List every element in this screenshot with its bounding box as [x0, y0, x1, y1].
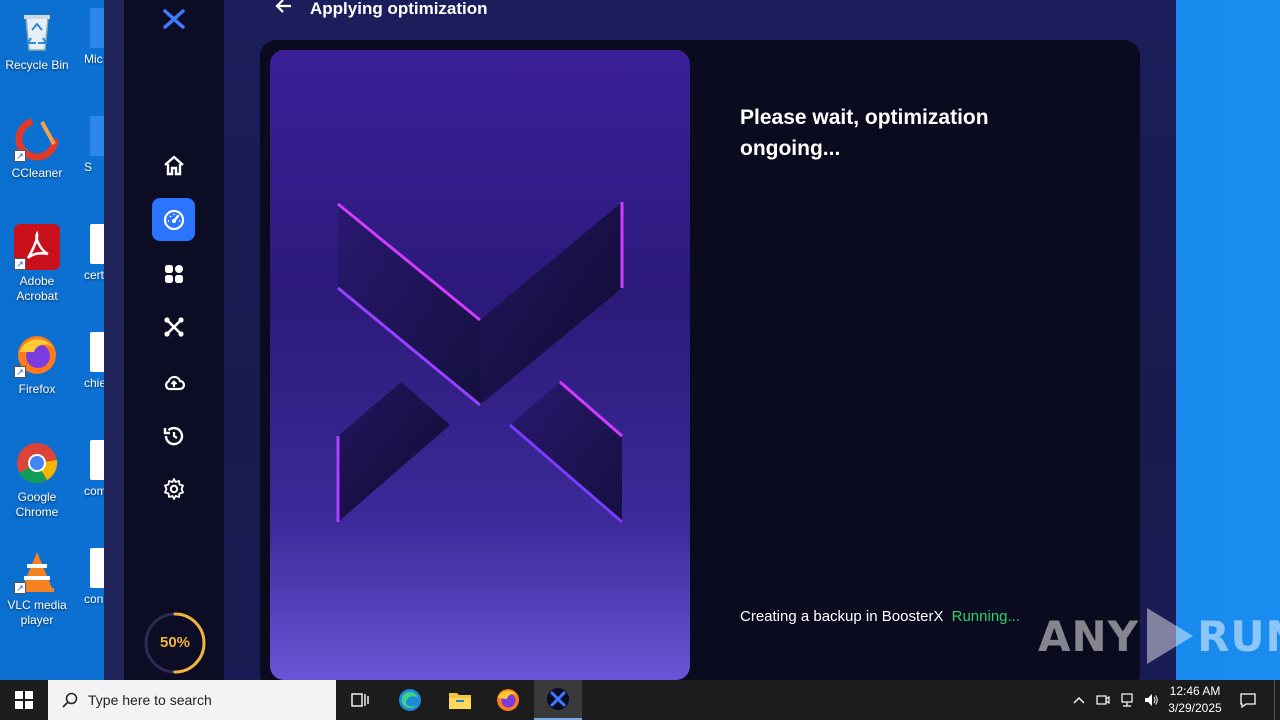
- history-icon: [163, 426, 183, 445]
- desktop-icon-adobe-acrobat[interactable]: ↗ Adobe Acrobat: [4, 224, 70, 304]
- shortcut-arrow-icon: ↗: [14, 366, 26, 378]
- wait-message: Please wait, optimization ongoing...: [740, 106, 989, 160]
- main-content: Applying optimization Please wait, optim…: [224, 0, 1176, 680]
- taskbar-search[interactable]: Type here to search: [48, 680, 336, 720]
- progress-percent: 50%: [159, 634, 191, 651]
- desktop-icon-firefox[interactable]: ↗ Firefox: [4, 332, 70, 397]
- speedometer-icon: [163, 209, 184, 230]
- desktop-icon-label: CCleaner: [11, 166, 63, 180]
- page-title: Applying optimization: [310, 0, 488, 18]
- desktop-icon-ccleaner[interactable]: ↗ CCleaner: [4, 116, 70, 181]
- tray-meet-now[interactable]: [1092, 680, 1114, 720]
- tray-overflow[interactable]: [1068, 680, 1090, 720]
- windows-logo-icon: [15, 691, 33, 709]
- sidebar-item-settings[interactable]: [152, 467, 195, 510]
- optimization-progress-ring: 50%: [142, 610, 208, 676]
- show-desktop-button[interactable]: [1274, 680, 1280, 720]
- status-text: Creating a backup in BoosterX: [740, 608, 944, 625]
- boosterx-window: 50% Applying optimization Please wait, o…: [104, 0, 1176, 680]
- apps-icon: [164, 264, 183, 283]
- start-button[interactable]: [0, 680, 48, 720]
- desktop-icon-label: Firefox: [18, 382, 56, 396]
- sidebar-item-cloud[interactable]: [152, 361, 195, 404]
- file-explorer-icon: [449, 693, 471, 709]
- clock-date: 3/29/2025: [1168, 701, 1222, 715]
- boosterx-logo-icon: [161, 6, 187, 32]
- sidebar-item-apps[interactable]: [152, 252, 195, 295]
- boosterx-hero-image: [270, 50, 690, 680]
- volume-icon: [1145, 694, 1158, 706]
- network-icon: [1121, 693, 1133, 707]
- status-running: Running...: [951, 608, 1021, 625]
- task-view-icon: [351, 693, 369, 707]
- recycle-bin-icon: [14, 8, 60, 54]
- optimization-card: Please wait, optimization ongoing... Cre…: [260, 40, 1140, 680]
- clock-time: 12:46 AM: [1169, 684, 1221, 698]
- notification-icon: [1240, 693, 1256, 709]
- sidebar: 50%: [124, 0, 224, 680]
- taskbar: Type here to search 12:46 AM 3/29/2025: [0, 680, 1280, 720]
- desktop-icon-label: VLC media player: [7, 598, 67, 627]
- desktop-icon-label: Google Chrome: [15, 490, 59, 519]
- back-arrow-icon[interactable]: [274, 0, 294, 22]
- taskbar-task-view[interactable]: [336, 680, 384, 720]
- sidebar-item-optimize[interactable]: [152, 198, 195, 241]
- sidebar-item-tools[interactable]: [152, 305, 195, 348]
- shortcut-arrow-icon: ↗: [14, 258, 26, 270]
- firefox-icon: [497, 689, 519, 711]
- tray-volume[interactable]: [1140, 680, 1162, 720]
- gear-icon: [163, 477, 184, 500]
- cloud-upload-icon: [164, 375, 185, 390]
- taskbar-file-explorer[interactable]: [436, 680, 484, 720]
- meet-now-icon: [1096, 695, 1110, 705]
- shortcut-arrow-icon: ↗: [14, 582, 26, 594]
- tray-network[interactable]: [1116, 680, 1138, 720]
- taskbar-boosterx[interactable]: [534, 680, 582, 720]
- anyrun-watermark: ANY RUN: [1038, 608, 1280, 664]
- shortcut-arrow-icon: ↗: [14, 150, 26, 162]
- search-icon: [62, 692, 78, 708]
- taskbar-firefox[interactable]: [484, 680, 532, 720]
- edge-icon: [399, 689, 421, 711]
- search-placeholder: Type here to search: [88, 692, 212, 708]
- ccleaner-icon: ↗: [14, 116, 60, 162]
- home-icon: [163, 155, 184, 175]
- sidebar-item-history[interactable]: [152, 414, 195, 457]
- desktop-icon-label: Adobe Acrobat: [16, 274, 58, 303]
- vlc-icon: ↗: [14, 548, 60, 594]
- desktop-icon-recycle-bin[interactable]: Recycle Bin: [4, 8, 70, 73]
- firefox-icon: ↗: [14, 332, 60, 378]
- desktop-icon-vlc[interactable]: ↗ VLC media player: [4, 548, 70, 628]
- chrome-icon: [14, 440, 60, 486]
- action-center[interactable]: [1234, 680, 1262, 720]
- desktop-icon-google-chrome[interactable]: Google Chrome: [4, 440, 70, 520]
- taskbar-edge[interactable]: [386, 680, 434, 720]
- chevron-up-icon: [1073, 697, 1085, 704]
- taskbar-clock[interactable]: 12:46 AM 3/29/2025: [1160, 683, 1230, 717]
- window-edge: [104, 0, 124, 680]
- sidebar-item-home[interactable]: [152, 144, 195, 187]
- adobe-acrobat-icon: ↗: [14, 224, 60, 270]
- status-line: Creating a backup in BoosterX Running...: [740, 608, 1020, 625]
- desktop-icon-label: Recycle Bin: [5, 58, 69, 72]
- tools-icon: [163, 316, 184, 337]
- play-icon: [1147, 608, 1194, 664]
- boosterx-icon: [547, 688, 569, 710]
